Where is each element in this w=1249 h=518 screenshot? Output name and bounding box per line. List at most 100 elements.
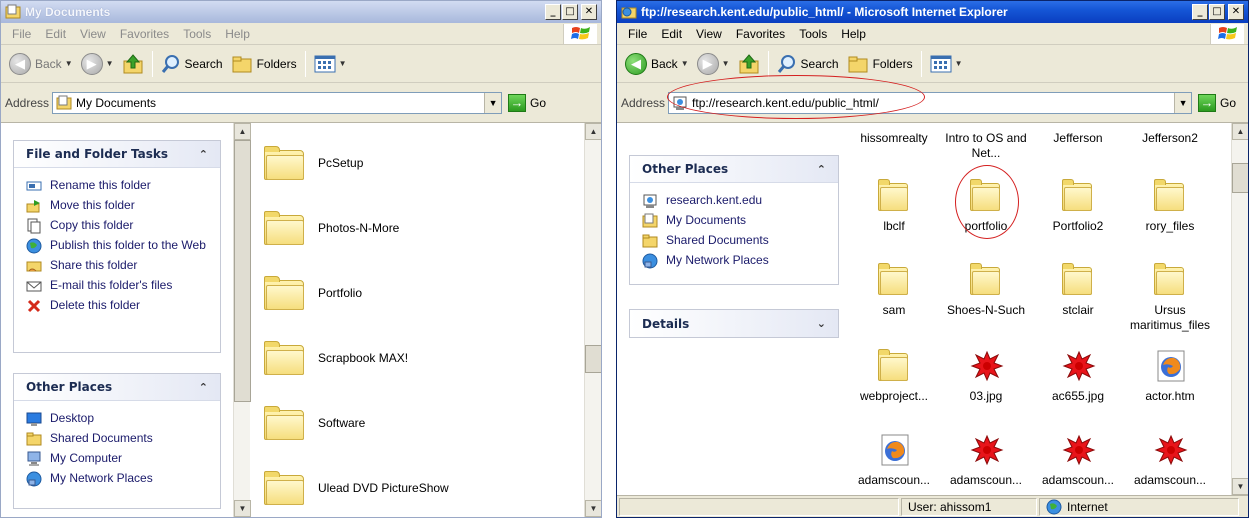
folders-button[interactable]: Folders — [227, 49, 301, 79]
title-bar[interactable]: ftp://research.kent.edu/public_html/ - M… — [617, 1, 1248, 23]
folder-jefferson[interactable]: Jefferson — [1033, 131, 1123, 146]
place-my-documents[interactable]: My Documents — [642, 213, 828, 229]
scroll-down-icon[interactable]: ▼ — [234, 500, 251, 517]
folders-button[interactable]: Folders — [843, 49, 917, 79]
task-delete-folder[interactable]: Delete this folder — [26, 298, 210, 314]
maximize-button[interactable]: □ — [562, 4, 578, 20]
views-button[interactable]: ▼ — [310, 49, 351, 79]
forward-button[interactable]: ▶ ▼ — [693, 49, 734, 79]
task-publish-web[interactable]: Publish this folder to the Web — [26, 238, 210, 254]
maximize-button[interactable]: □ — [1209, 4, 1225, 20]
scroll-down-icon[interactable]: ▼ — [1232, 478, 1248, 495]
folder-list-scrollbar[interactable]: ▲ ▼ — [584, 123, 601, 517]
folder-hissomrealty[interactable]: hissomrealty — [849, 131, 939, 146]
forward-button[interactable]: ▶ ▼ — [77, 49, 118, 79]
other-places-header[interactable]: Other Places ⌃ — [14, 374, 220, 401]
minimize-button[interactable]: _ — [545, 4, 561, 20]
file-adamscoun-3[interactable]: adamscoun... — [1033, 433, 1123, 488]
go-button[interactable]: → Go — [508, 93, 546, 112]
title-bar[interactable]: My Documents _ □ ✕ — [1, 1, 601, 23]
place-shared-documents[interactable]: Shared Documents — [642, 233, 828, 249]
scroll-up-icon[interactable]: ▲ — [234, 123, 251, 140]
folder-intro-to-os[interactable]: Intro to OS and Net... — [941, 131, 1031, 161]
place-my-computer[interactable]: My Computer — [26, 451, 210, 467]
expand-chevron-icon[interactable]: ⌄ — [817, 317, 826, 330]
folder-portfolio[interactable]: portfolio — [941, 179, 1031, 234]
menu-view[interactable]: View — [689, 27, 729, 41]
file-folder-tasks-header[interactable]: File and Folder Tasks ⌃ — [14, 141, 220, 168]
other-places-header[interactable]: Other Places ⌃ — [630, 156, 838, 183]
folder-webproject[interactable]: webproject... — [849, 349, 939, 404]
folder-photos-n-more[interactable]: Photos-N-More — [264, 211, 399, 245]
file-adamscoun-4[interactable]: adamscoun... — [1125, 433, 1215, 488]
scroll-down-icon[interactable]: ▼ — [585, 500, 601, 517]
place-research-kent[interactable]: research.kent.edu — [642, 193, 828, 209]
close-button[interactable]: ✕ — [581, 4, 597, 20]
menu-edit[interactable]: Edit — [654, 27, 689, 41]
menu-view[interactable]: View — [73, 27, 113, 41]
folder-ursus-maritimus[interactable]: Ursus maritimus_files — [1125, 263, 1215, 333]
file-adamscoun-2[interactable]: adamscoun... — [941, 433, 1031, 488]
task-pane-scrollbar[interactable]: ▲ ▼ — [233, 123, 251, 517]
up-folder-button[interactable] — [734, 49, 764, 79]
file-03-jpg[interactable]: 03.jpg — [941, 349, 1031, 404]
scroll-thumb[interactable] — [234, 140, 251, 402]
task-email-files[interactable]: E-mail this folder's files — [26, 278, 210, 294]
scroll-thumb[interactable] — [1232, 163, 1248, 193]
menu-favorites[interactable]: Favorites — [729, 27, 792, 41]
file-grid-scrollbar[interactable]: ▲ ▼ — [1231, 123, 1248, 495]
search-button[interactable]: Search — [157, 49, 227, 79]
address-dropdown-icon[interactable]: ▼ — [1174, 92, 1192, 113]
task-share-folder[interactable]: Share this folder — [26, 258, 210, 274]
details-header[interactable]: Details ⌄ — [630, 310, 838, 337]
place-shared-documents[interactable]: Shared Documents — [26, 431, 210, 447]
menu-file[interactable]: File — [5, 27, 38, 41]
scroll-up-icon[interactable]: ▲ — [585, 123, 601, 140]
back-button[interactable]: ◀ Back ▼ — [621, 49, 693, 79]
menu-file[interactable]: File — [621, 27, 654, 41]
folder-sam[interactable]: sam — [849, 263, 939, 318]
address-dropdown-icon[interactable]: ▼ — [484, 92, 502, 113]
close-button[interactable]: ✕ — [1228, 4, 1244, 20]
folder-shoes-n-such[interactable]: Shoes-N-Such — [941, 263, 1031, 318]
views-button[interactable]: ▼ — [926, 49, 967, 79]
file-ac655-jpg[interactable]: ac655.jpg — [1033, 349, 1123, 404]
address-field[interactable]: My Documents ▼ — [52, 91, 503, 114]
up-folder-button[interactable] — [118, 49, 148, 79]
place-my-network[interactable]: My Network Places — [26, 471, 210, 487]
folder-ulead-dvd[interactable]: Ulead DVD PictureShow — [264, 471, 449, 505]
file-actor-htm[interactable]: actor.htm — [1125, 349, 1215, 404]
task-move-folder[interactable]: Move this folder — [26, 198, 210, 214]
minimize-button[interactable]: _ — [1192, 4, 1208, 20]
scroll-up-icon[interactable]: ▲ — [1232, 123, 1248, 140]
search-button[interactable]: Search — [773, 49, 843, 79]
folder-pcsetup[interactable]: PcSetup — [264, 146, 363, 180]
collapse-chevron-icon[interactable]: ⌃ — [817, 163, 826, 176]
menu-help[interactable]: Help — [218, 27, 257, 41]
collapse-chevron-icon[interactable]: ⌃ — [199, 148, 208, 161]
go-button[interactable]: → Go — [1198, 93, 1236, 112]
menu-tools[interactable]: Tools — [176, 27, 218, 41]
folder-scrapbook-max[interactable]: Scrapbook MAX! — [264, 341, 408, 375]
menu-edit[interactable]: Edit — [38, 27, 73, 41]
folder-rory-files[interactable]: rory_files — [1125, 179, 1215, 234]
folder-lbclf[interactable]: lbclf — [849, 179, 939, 234]
scroll-thumb[interactable] — [585, 345, 601, 373]
address-field[interactable]: ftp://research.kent.edu/public_html/ ▼ — [668, 91, 1193, 114]
place-my-network[interactable]: My Network Places — [642, 253, 828, 269]
menu-tools[interactable]: Tools — [792, 27, 834, 41]
folder-software[interactable]: Software — [264, 406, 365, 440]
task-copy-folder[interactable]: Copy this folder — [26, 218, 210, 234]
folder-portfolio2[interactable]: Portfolio2 — [1033, 179, 1123, 234]
place-desktop[interactable]: Desktop — [26, 411, 210, 427]
folder-stclair[interactable]: stclair — [1033, 263, 1123, 318]
back-button[interactable]: ◀ Back ▼ — [5, 49, 77, 79]
folder-content: File and Folder Tasks ⌃ Rename this fold… — [1, 123, 601, 517]
folder-jefferson2[interactable]: Jefferson2 — [1125, 131, 1215, 146]
file-adamscoun-1[interactable]: adamscoun... — [849, 433, 939, 488]
task-rename-folder[interactable]: Rename this folder — [26, 178, 210, 194]
menu-help[interactable]: Help — [834, 27, 873, 41]
folder-portfolio[interactable]: Portfolio — [264, 276, 362, 310]
collapse-chevron-icon[interactable]: ⌃ — [199, 381, 208, 394]
menu-favorites[interactable]: Favorites — [113, 27, 176, 41]
